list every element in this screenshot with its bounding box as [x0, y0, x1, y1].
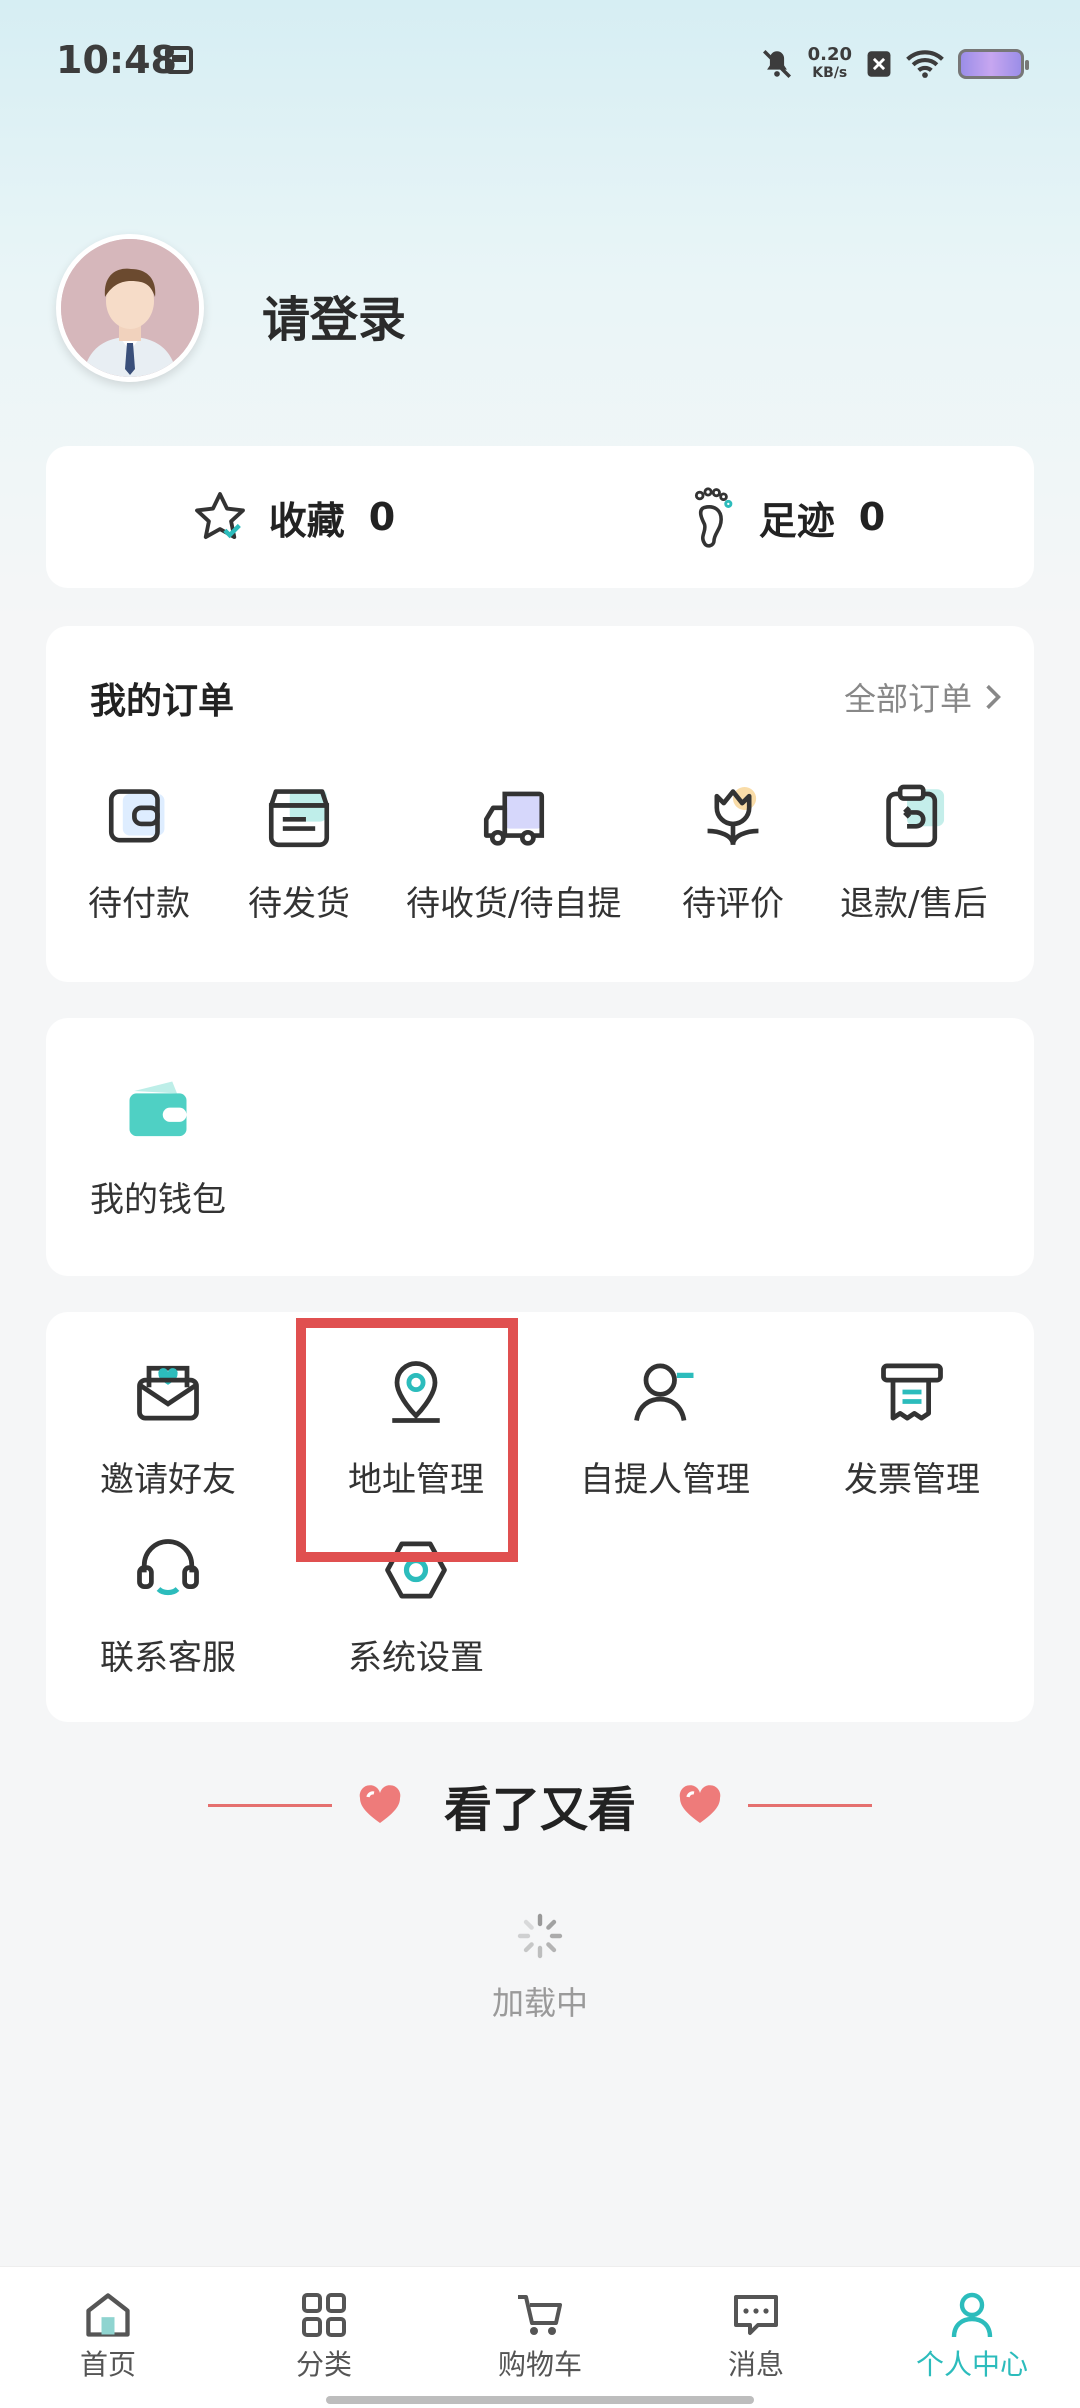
service-label: 自提人管理: [580, 1460, 750, 1500]
tab-label: 消息: [727, 2348, 784, 2381]
recommend-title: 看了又看: [443, 1782, 636, 1838]
order-pending-shipment[interactable]: 待发货: [248, 780, 350, 925]
bottom-tab-bar: 首页 分类 购物车 消息 个人中心: [0, 2266, 1080, 2408]
tab-label: 购物车: [497, 2348, 582, 2381]
flower-icon: [696, 780, 770, 854]
order-label: 待评价: [682, 884, 784, 924]
service-pickup-person-management[interactable]: 自提人管理: [580, 1354, 750, 1501]
network-speed: 0.20 KB/s: [808, 46, 852, 82]
service-invoice-management[interactable]: 发票管理: [844, 1354, 980, 1501]
mute-icon: [760, 47, 794, 81]
footprints-stat[interactable]: 足迹 0: [540, 446, 1034, 588]
home-indicator[interactable]: [326, 2396, 754, 2404]
clipboard-return-icon: [877, 780, 951, 854]
recommend-header: 看了又看: [0, 1770, 1080, 1840]
service-label: 联系客服: [100, 1638, 236, 1678]
order-label: 待收货/待自提: [406, 884, 622, 924]
service-invite-friends[interactable]: 邀请好友: [100, 1354, 236, 1501]
all-orders-label: 全部订单: [843, 680, 972, 718]
loading-indicator: 加载中: [0, 1912, 1080, 2024]
wifi-icon: [906, 49, 944, 79]
heart-icon: [679, 1785, 721, 1823]
grid-icon: [302, 2293, 346, 2337]
person-icon: [634, 1363, 694, 1422]
login-prompt[interactable]: 请登录: [262, 280, 406, 350]
loading-text: 加载中: [491, 1984, 588, 2022]
tab-label: 首页: [79, 2348, 136, 2381]
tab-home[interactable]: 首页: [0, 2267, 216, 2408]
box-icon: [262, 780, 336, 854]
profile-icon: [951, 2292, 993, 2338]
all-orders-link[interactable]: 全部订单: [844, 674, 1002, 720]
star-icon: [194, 492, 245, 539]
status-bar: 10:48 0.20 KB/s: [0, 0, 1080, 126]
avatar-person-icon: [61, 239, 199, 377]
service-label: 系统设置: [348, 1638, 484, 1678]
service-label: 邀请好友: [100, 1460, 236, 1500]
wallet-icon: [129, 1081, 187, 1137]
divider-line: [207, 1803, 332, 1807]
envelope-heart-icon: [137, 1365, 199, 1421]
wallet-icon: [102, 780, 176, 854]
status-time: 10:48: [56, 38, 177, 82]
order-label: 待付款: [88, 884, 190, 924]
sim-disabled-icon: [866, 50, 892, 78]
order-pending-review[interactable]: 待评价: [682, 780, 784, 925]
order-pending-payment[interactable]: 待付款: [88, 780, 190, 925]
speed-unit: KB/s: [812, 65, 848, 81]
service-customer-support[interactable]: 联系客服: [100, 1532, 236, 1679]
favorites-label: 收藏: [268, 498, 345, 543]
message-icon: [734, 2295, 778, 2335]
favorites-stat[interactable]: 收藏 0: [46, 446, 540, 588]
highlight-box: [296, 1318, 518, 1562]
wallet-label: 我的钱包: [90, 1180, 226, 1220]
spinner-icon: [517, 1913, 563, 1959]
tab-profile[interactable]: 个人中心: [864, 2267, 1080, 2408]
tab-cart[interactable]: 购物车: [432, 2267, 648, 2408]
home-icon: [86, 2293, 130, 2337]
my-wallet[interactable]: 我的钱包: [90, 1072, 226, 1221]
truck-icon: [477, 780, 551, 854]
footprints-count: 0: [858, 495, 886, 539]
divider-line: [748, 1803, 872, 1807]
order-label: 待发货: [248, 884, 350, 924]
avatar[interactable]: [56, 234, 204, 382]
battery-icon: [958, 49, 1029, 79]
headset-icon: [137, 1539, 199, 1596]
tab-category[interactable]: 分类: [216, 2267, 432, 2408]
stats-card: 收藏 0 足迹 0: [46, 446, 1034, 588]
status-indicators: 0.20 KB/s: [760, 40, 1029, 88]
favorites-count: 0: [368, 495, 396, 539]
invoice-icon: [881, 1363, 943, 1421]
speed-value: 0.20: [807, 44, 852, 65]
order-pending-receipt[interactable]: 待收货/待自提: [406, 780, 621, 925]
tab-label: 分类: [295, 2348, 352, 2381]
heart-icon: [359, 1785, 401, 1823]
tab-messages[interactable]: 消息: [648, 2267, 864, 2408]
chevron-right-icon: [986, 684, 1001, 710]
calendar-notification-icon: [165, 46, 193, 74]
footprint-icon: [694, 487, 733, 548]
tab-label: 个人中心: [915, 2348, 1028, 2381]
service-label: 发票管理: [844, 1460, 980, 1500]
footprints-label: 足迹: [758, 498, 835, 543]
cart-icon: [518, 2295, 562, 2335]
order-refund-aftersale[interactable]: 退款/售后: [840, 780, 987, 925]
orders-title: 我的订单: [90, 681, 235, 722]
order-label: 退款/售后: [840, 884, 988, 924]
